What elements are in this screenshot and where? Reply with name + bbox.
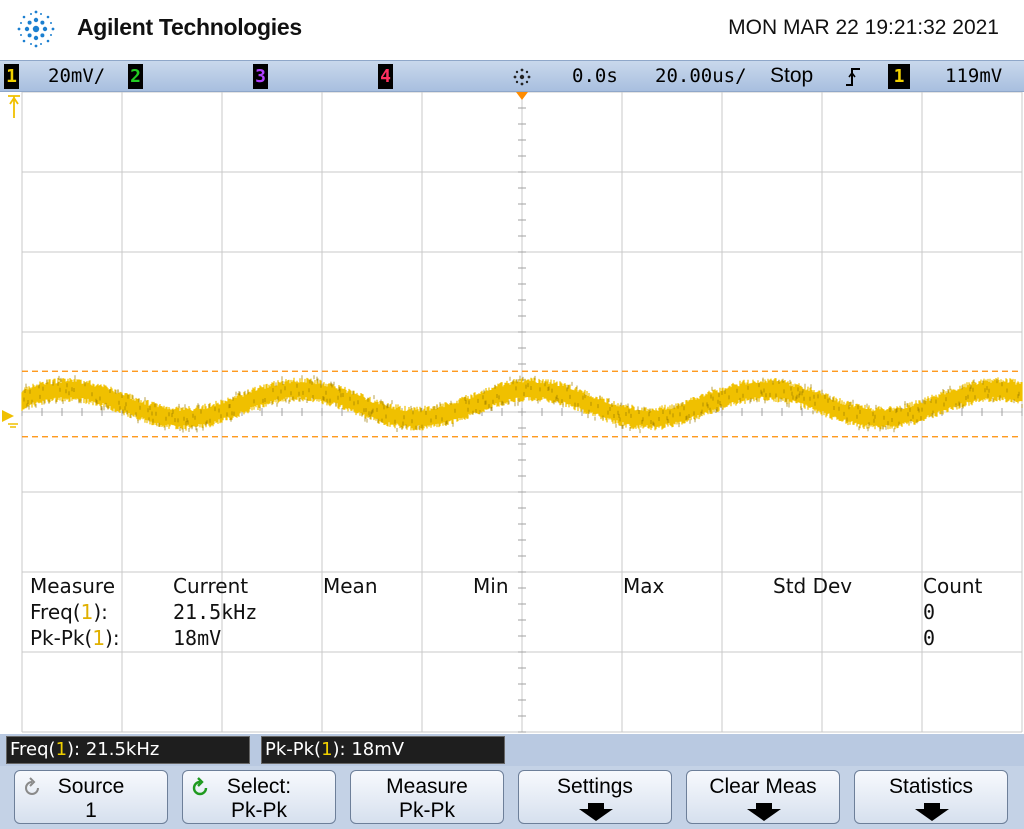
row-count-value: 0 xyxy=(923,626,936,650)
trigger-position-marker xyxy=(516,92,528,100)
channel-1-ground-marker xyxy=(2,410,14,422)
select-softkey[interactable]: Select: Pk-Pk xyxy=(182,770,336,824)
softkey-value: 1 xyxy=(85,799,97,822)
row-label-suffix: ): xyxy=(93,600,108,624)
graticule xyxy=(2,92,1023,733)
clear-meas-softkey[interactable]: Clear Meas xyxy=(686,770,840,824)
delay-knob-icon xyxy=(513,68,531,86)
row-label: Pk-Pk( xyxy=(30,626,93,650)
channel-4-indicator[interactable]: 4 xyxy=(378,64,393,89)
softkey-value: Pk-Pk xyxy=(398,799,455,822)
table-header-max: Max xyxy=(623,574,665,598)
readout-label: Freq( xyxy=(10,739,56,760)
measurement-readout-strip: Freq(1): 21.5kHz Pk-Pk(1): 18mV xyxy=(0,734,1024,766)
table-header-count: Count xyxy=(923,574,983,598)
run-state: Stop xyxy=(770,64,814,87)
table-header-measure: Measure xyxy=(30,574,115,598)
readout-value: ): 21.5kHz xyxy=(67,739,160,760)
settings-softkey[interactable]: Settings xyxy=(518,770,672,824)
row-current-value: 18mV xyxy=(173,626,222,650)
brand-name: Agilent Technologies xyxy=(77,14,302,40)
softkey-label: Measure xyxy=(386,775,468,798)
timebase-scale[interactable]: 20.00us/ xyxy=(655,65,747,87)
row-source: 1 xyxy=(80,600,94,624)
table-header-mean: Mean xyxy=(323,574,378,598)
channel-1-scale[interactable]: 20mV/ xyxy=(48,65,105,87)
softkey-value: Pk-Pk xyxy=(230,799,287,822)
source-softkey[interactable]: Source 1 xyxy=(14,770,168,824)
row-current-value: 21.5kHz xyxy=(173,600,258,624)
table-header-current: Current xyxy=(173,574,249,598)
measure-softkey[interactable]: Measure Pk-Pk xyxy=(350,770,504,824)
row-label-suffix: ): xyxy=(105,626,120,650)
readout-label: Pk-Pk( xyxy=(265,739,322,760)
submenu-arrow-icon xyxy=(915,803,949,821)
table-header-min: Min xyxy=(473,574,509,598)
softkey-label: Statistics xyxy=(888,775,974,798)
horizontal-delay[interactable]: 0.0s xyxy=(572,65,618,87)
softkey-label: Settings xyxy=(557,775,633,798)
trigger-level[interactable]: 119mV xyxy=(945,65,1002,87)
pk-pk-readout: Pk-Pk(1): 18mV xyxy=(261,736,505,764)
submenu-arrow-icon xyxy=(747,803,781,821)
channel-3-indicator[interactable]: 3 xyxy=(253,64,268,89)
channel-1-indicator[interactable]: 1 xyxy=(4,64,19,89)
freq-readout: Freq(1): 21.5kHz xyxy=(6,736,250,764)
statistics-softkey[interactable]: Statistics xyxy=(854,770,1008,824)
readout-value: ): 18mV xyxy=(332,739,405,760)
date-time: MON MAR 22 19:21:32 2021 xyxy=(728,16,999,39)
agilent-spark-logo-icon xyxy=(17,10,55,48)
row-count-value: 0 xyxy=(923,600,936,624)
submenu-arrow-icon xyxy=(579,803,613,821)
ground-symbol-icon xyxy=(8,423,18,428)
trigger-level-arrow-icon xyxy=(8,95,20,118)
table-row: Freq(1): xyxy=(30,600,108,624)
table-header-std-dev: Std Dev xyxy=(773,574,853,598)
status-bar: 1 20mV/ 2 3 4 0.0s 20.00us/ Stop 1 119mV xyxy=(0,60,1024,92)
softkey-label: Source xyxy=(57,775,125,798)
channel-2-indicator[interactable]: 2 xyxy=(128,64,143,89)
trigger-source-indicator[interactable]: 1 xyxy=(888,64,910,89)
softkey-label: Select: xyxy=(226,775,292,798)
softkey-bar: Source 1 Select: Pk-Pk Measure Pk-Pk Set… xyxy=(0,766,1024,829)
softkey-label: Clear Meas xyxy=(709,775,817,798)
row-source: 1 xyxy=(92,626,106,650)
waveform-display[interactable]: Measure Current Mean Min Max Std Dev Cou… xyxy=(0,92,1024,734)
readout-source: 1 xyxy=(321,739,333,760)
row-label: Freq( xyxy=(30,600,81,624)
title-bar: Agilent Technologies MON MAR 22 19:21:32… xyxy=(0,0,1024,60)
readout-source: 1 xyxy=(55,739,68,760)
rising-edge-icon xyxy=(846,68,860,86)
table-row: Pk-Pk(1): xyxy=(30,626,120,650)
